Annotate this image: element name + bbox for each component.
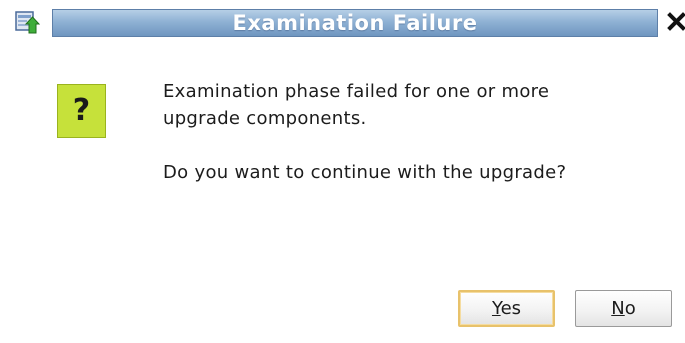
no-label-rest: o xyxy=(624,298,636,319)
examination-failure-dialog: Examination Failure ? Examination phase … xyxy=(0,0,685,343)
close-icon[interactable] xyxy=(664,10,685,36)
message-line-2: upgrade components. xyxy=(163,108,367,129)
no-mnemonic: N xyxy=(611,298,625,319)
confirmation-question: Do you want to continue with the upgrade… xyxy=(163,162,567,183)
message-line-1: Examination phase failed for one or more xyxy=(163,81,550,102)
yes-button[interactable]: Yes xyxy=(458,290,555,327)
question-icon: ? xyxy=(57,84,106,138)
dialog-message: Examination phase failed for one or more… xyxy=(163,78,663,186)
title-bar[interactable]: Examination Failure xyxy=(0,0,685,52)
app-icon[interactable] xyxy=(14,9,41,35)
yes-mnemonic: Y xyxy=(491,298,501,319)
yes-label-rest: es xyxy=(500,298,522,319)
dialog-title: Examination Failure xyxy=(232,11,478,35)
no-button[interactable]: No xyxy=(575,290,672,327)
